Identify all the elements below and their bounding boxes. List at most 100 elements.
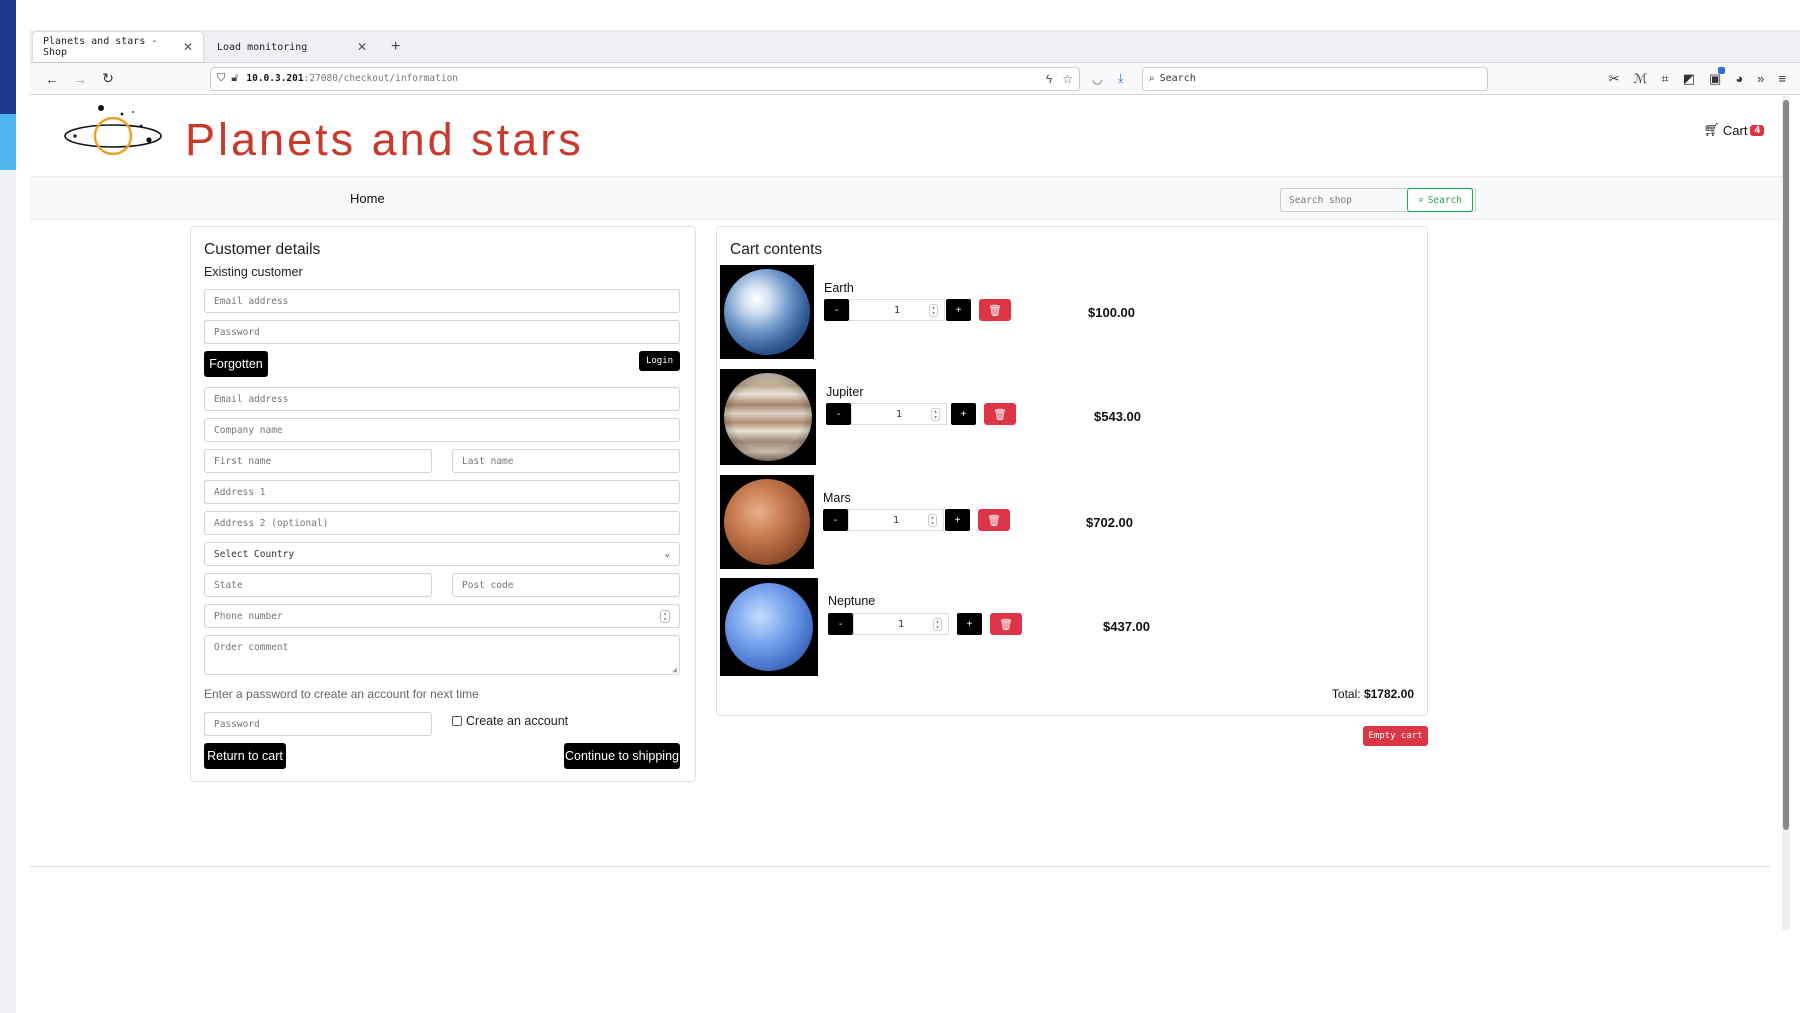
resize-handle-icon[interactable]: ◢ <box>672 665 677 674</box>
qty-decrease-button[interactable]: - <box>823 509 848 531</box>
extension-palette-icon[interactable]: ◕ <box>1735 71 1743 87</box>
cart-contents-title: Cart contents <box>730 241 823 258</box>
item-name[interactable]: Earth <box>824 281 854 295</box>
empty-cart-button[interactable]: Empty cart <box>1363 726 1428 746</box>
reload-icon[interactable]: ↻ <box>94 67 122 91</box>
planet-logo-icon[interactable] <box>63 102 163 162</box>
pocket-icon[interactable]: ◡ <box>1092 72 1102 86</box>
email-input[interactable]: Email address <box>204 387 680 411</box>
last-name-input[interactable]: Last name <box>452 449 680 473</box>
hamburger-menu-icon[interactable]: ≡ <box>1778 71 1786 87</box>
page-scrollbar[interactable] <box>1782 96 1790 930</box>
number-spinner-icon[interactable]: ▴ ▾ <box>929 304 938 317</box>
order-comment-textarea[interactable]: Order comment ◢ <box>204 635 680 675</box>
extension-badge-icon[interactable]: ▣ <box>1709 66 1726 87</box>
cart-icon: 🛒︎ <box>1703 122 1720 137</box>
company-name-input[interactable]: Company name <box>204 418 680 442</box>
neptune-image[interactable] <box>720 578 818 676</box>
jupiter-image[interactable] <box>720 369 816 465</box>
site-title[interactable]: Planets and stars <box>185 114 584 166</box>
login-button[interactable]: Login <box>639 351 680 371</box>
item-name[interactable]: Neptune <box>828 594 875 608</box>
extension-reader-icon[interactable]: ℳ <box>1633 71 1647 87</box>
state-input[interactable]: State <box>204 573 432 597</box>
login-email-input[interactable]: Email address <box>204 289 680 313</box>
forgotten-button[interactable]: Forgotten <box>204 351 268 377</box>
item-name[interactable]: Mars <box>823 491 851 505</box>
qty-decrease-button[interactable]: - <box>828 613 853 635</box>
qty-increase-button[interactable]: + <box>951 403 976 425</box>
browser-search-bar[interactable]: ⌕ Search <box>1142 66 1488 91</box>
remove-item-button[interactable]: 🗑︎ <box>990 613 1022 635</box>
number-spinner-icon[interactable]: ▴ ▾ <box>933 618 942 631</box>
first-name-input[interactable]: First name <box>204 449 432 473</box>
order-comment-placeholder: Order comment <box>214 642 289 653</box>
scrollbar-thumb[interactable] <box>1783 100 1789 830</box>
address1-input[interactable]: Address 1 <box>204 480 680 504</box>
customer-details-card: Customer details Existing customer Email… <box>190 226 696 782</box>
mars-globe <box>724 479 810 565</box>
extension-grid-icon[interactable]: ⌗ <box>1661 71 1668 87</box>
extension-mask-icon[interactable]: ✂ <box>1609 71 1620 87</box>
cart-total-value: $1782.00 <box>1363 687 1414 701</box>
qty-input[interactable]: 1 ▴ ▾ <box>853 613 949 635</box>
remove-item-button[interactable]: 🗑︎ <box>979 299 1011 321</box>
qty-input[interactable]: 1 ▴ ▾ <box>851 403 947 425</box>
tab-shop[interactable]: Planets and stars - Shop ✕ <box>33 32 203 62</box>
address2-input[interactable]: Address 2 (optional) <box>204 511 680 535</box>
qty-decrease-button[interactable]: - <box>826 403 851 425</box>
tab-label: Planets and stars - Shop <box>43 36 158 58</box>
cart-link[interactable]: 🛒︎ Cart 4 <box>1703 122 1764 138</box>
back-arrow-icon[interactable]: ← <box>38 67 66 91</box>
browser-toolbar: ← → ↻ ⛉ 🔓︎ 10.0.3.201 :27080/checkout/in… <box>30 63 1800 95</box>
close-icon[interactable]: ✕ <box>357 40 367 54</box>
earth-image[interactable] <box>720 265 814 359</box>
number-spinner-icon[interactable]: ▴ ▾ <box>928 514 937 527</box>
continue-to-shipping-button[interactable]: Continue to shipping <box>564 743 680 769</box>
trash-icon: 🗑︎ <box>993 408 1007 421</box>
close-icon[interactable]: ✕ <box>183 40 193 54</box>
phone-placeholder: Phone number <box>214 610 283 622</box>
item-name[interactable]: Jupiter <box>826 385 864 399</box>
create-account-checkbox[interactable] <box>452 716 462 726</box>
item-price: $543.00 <box>1094 409 1141 424</box>
qty-increase-button[interactable]: + <box>957 613 982 635</box>
qty-input[interactable]: 1 ▴ ▾ <box>848 509 944 531</box>
item-price: $100.00 <box>1088 305 1135 320</box>
shop-search-button[interactable]: ⌕ Search <box>1407 188 1473 212</box>
forward-arrow-icon[interactable]: → <box>66 67 94 91</box>
country-select[interactable]: Select Country ⌄ <box>204 542 680 566</box>
return-to-cart-button[interactable]: Return to cart <box>204 743 286 769</box>
lock-icon[interactable]: 🔓︎ <box>231 72 238 85</box>
qty-increase-button[interactable]: + <box>946 299 971 321</box>
url-bar[interactable]: ⛉ 🔓︎ 10.0.3.201 :27080/checkout/informat… <box>210 66 1080 91</box>
new-tab-icon[interactable]: + <box>381 32 410 62</box>
item-price: $437.00 <box>1103 619 1150 634</box>
qty-decrease-button[interactable]: - <box>824 299 849 321</box>
postcode-input[interactable]: Post code <box>452 573 680 597</box>
overflow-chevron-icon[interactable]: » <box>1757 71 1764 87</box>
account-password-input[interactable]: Password <box>204 712 432 736</box>
login-password-input[interactable]: Password <box>204 320 680 344</box>
desktop-edge <box>0 0 16 1013</box>
qty-increase-button[interactable]: + <box>945 509 970 531</box>
shield-icon[interactable]: ⛉ <box>217 72 225 85</box>
lightning-icon[interactable]: ϟ <box>1046 72 1052 86</box>
phone-input[interactable]: Phone number ▴ ▾ <box>204 604 680 628</box>
mars-image[interactable] <box>720 475 814 569</box>
browser-window: Planets and stars - Shop ✕ Load monitori… <box>30 30 1800 930</box>
create-account-option[interactable]: Create an account <box>452 714 568 728</box>
earth-globe <box>724 269 810 355</box>
number-spinner-icon[interactable]: ▴ ▾ <box>660 609 670 623</box>
extension-window-icon[interactable]: ◩ <box>1683 71 1695 87</box>
download-icon[interactable]: ⤓ <box>1118 71 1123 86</box>
remove-item-button[interactable]: 🗑︎ <box>978 509 1010 531</box>
extension-icons: ✂ ℳ ⌗ ◩ ▣ ◕ » ≡ <box>1609 66 1786 87</box>
tab-load-monitoring[interactable]: Load monitoring ✕ <box>207 32 377 62</box>
nav-home-link[interactable]: Home <box>350 191 385 206</box>
remove-item-button[interactable]: 🗑︎ <box>984 403 1016 425</box>
qty-input[interactable]: 1 ▴ ▾ <box>849 299 945 321</box>
bookmark-star-icon[interactable]: ☆ <box>1062 72 1073 86</box>
number-spinner-icon[interactable]: ▴ ▾ <box>931 408 940 421</box>
url-path: :27080/checkout/information <box>303 73 459 84</box>
